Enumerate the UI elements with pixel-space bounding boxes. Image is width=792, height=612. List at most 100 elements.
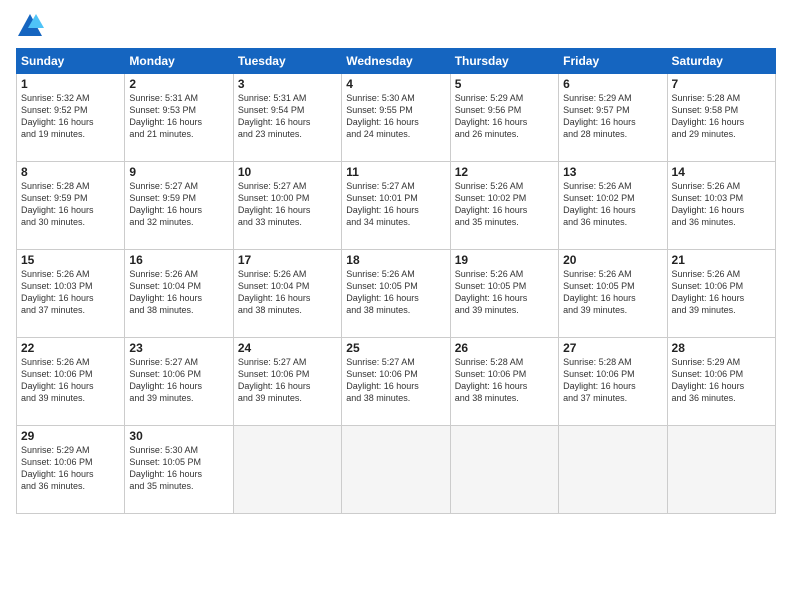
calendar-cell: 16Sunrise: 5:26 AM Sunset: 10:04 PM Dayl… [125,250,233,338]
cell-text: Sunrise: 5:27 AM Sunset: 10:06 PM Daylig… [346,356,445,405]
cell-text: Sunrise: 5:30 AM Sunset: 10:05 PM Daylig… [129,444,228,493]
header-cell-friday: Friday [559,49,667,74]
header-cell-tuesday: Tuesday [233,49,341,74]
cell-text: Sunrise: 5:31 AM Sunset: 9:53 PM Dayligh… [129,92,228,141]
page: SundayMondayTuesdayWednesdayThursdayFrid… [0,0,792,612]
cell-text: Sunrise: 5:31 AM Sunset: 9:54 PM Dayligh… [238,92,337,141]
calendar-cell: 4Sunrise: 5:30 AM Sunset: 9:55 PM Daylig… [342,74,450,162]
header-row: SundayMondayTuesdayWednesdayThursdayFrid… [17,49,776,74]
cell-text: Sunrise: 5:27 AM Sunset: 10:01 PM Daylig… [346,180,445,229]
calendar-week-2: 15Sunrise: 5:26 AM Sunset: 10:03 PM Dayl… [17,250,776,338]
day-number: 28 [672,341,771,355]
header-cell-saturday: Saturday [667,49,775,74]
header-cell-thursday: Thursday [450,49,558,74]
cell-text: Sunrise: 5:26 AM Sunset: 10:04 PM Daylig… [238,268,337,317]
calendar-cell: 12Sunrise: 5:26 AM Sunset: 10:02 PM Dayl… [450,162,558,250]
day-number: 15 [21,253,120,267]
calendar-cell: 28Sunrise: 5:29 AM Sunset: 10:06 PM Dayl… [667,338,775,426]
day-number: 6 [563,77,662,91]
day-number: 17 [238,253,337,267]
calendar-cell [667,426,775,514]
day-number: 13 [563,165,662,179]
calendar-cell: 19Sunrise: 5:26 AM Sunset: 10:05 PM Dayl… [450,250,558,338]
cell-text: Sunrise: 5:28 AM Sunset: 9:58 PM Dayligh… [672,92,771,141]
cell-text: Sunrise: 5:29 AM Sunset: 9:56 PM Dayligh… [455,92,554,141]
day-number: 24 [238,341,337,355]
calendar-cell: 22Sunrise: 5:26 AM Sunset: 10:06 PM Dayl… [17,338,125,426]
calendar-cell: 11Sunrise: 5:27 AM Sunset: 10:01 PM Dayl… [342,162,450,250]
header [16,12,776,40]
day-number: 16 [129,253,228,267]
day-number: 9 [129,165,228,179]
cell-text: Sunrise: 5:28 AM Sunset: 10:06 PM Daylig… [563,356,662,405]
calendar-cell: 6Sunrise: 5:29 AM Sunset: 9:57 PM Daylig… [559,74,667,162]
day-number: 22 [21,341,120,355]
day-number: 29 [21,429,120,443]
cell-text: Sunrise: 5:26 AM Sunset: 10:05 PM Daylig… [346,268,445,317]
calendar-cell: 30Sunrise: 5:30 AM Sunset: 10:05 PM Dayl… [125,426,233,514]
cell-text: Sunrise: 5:26 AM Sunset: 10:02 PM Daylig… [455,180,554,229]
cell-text: Sunrise: 5:30 AM Sunset: 9:55 PM Dayligh… [346,92,445,141]
calendar-cell: 2Sunrise: 5:31 AM Sunset: 9:53 PM Daylig… [125,74,233,162]
cell-text: Sunrise: 5:26 AM Sunset: 10:06 PM Daylig… [21,356,120,405]
cell-text: Sunrise: 5:27 AM Sunset: 10:00 PM Daylig… [238,180,337,229]
calendar-cell: 25Sunrise: 5:27 AM Sunset: 10:06 PM Dayl… [342,338,450,426]
calendar-week-1: 8Sunrise: 5:28 AM Sunset: 9:59 PM Daylig… [17,162,776,250]
calendar-body: 1Sunrise: 5:32 AM Sunset: 9:52 PM Daylig… [17,74,776,514]
calendar-week-3: 22Sunrise: 5:26 AM Sunset: 10:06 PM Dayl… [17,338,776,426]
day-number: 1 [21,77,120,91]
calendar-week-4: 29Sunrise: 5:29 AM Sunset: 10:06 PM Dayl… [17,426,776,514]
day-number: 19 [455,253,554,267]
cell-text: Sunrise: 5:28 AM Sunset: 9:59 PM Dayligh… [21,180,120,229]
cell-text: Sunrise: 5:27 AM Sunset: 10:06 PM Daylig… [238,356,337,405]
day-number: 11 [346,165,445,179]
logo-icon [16,12,44,40]
cell-text: Sunrise: 5:26 AM Sunset: 10:03 PM Daylig… [21,268,120,317]
calendar-cell [559,426,667,514]
calendar-cell: 18Sunrise: 5:26 AM Sunset: 10:05 PM Dayl… [342,250,450,338]
calendar-cell: 9Sunrise: 5:27 AM Sunset: 9:59 PM Daylig… [125,162,233,250]
cell-text: Sunrise: 5:29 AM Sunset: 10:06 PM Daylig… [672,356,771,405]
day-number: 27 [563,341,662,355]
calendar-cell: 7Sunrise: 5:28 AM Sunset: 9:58 PM Daylig… [667,74,775,162]
calendar-cell: 3Sunrise: 5:31 AM Sunset: 9:54 PM Daylig… [233,74,341,162]
day-number: 26 [455,341,554,355]
calendar-header: SundayMondayTuesdayWednesdayThursdayFrid… [17,49,776,74]
calendar-cell: 26Sunrise: 5:28 AM Sunset: 10:06 PM Dayl… [450,338,558,426]
calendar-cell: 20Sunrise: 5:26 AM Sunset: 10:05 PM Dayl… [559,250,667,338]
cell-text: Sunrise: 5:29 AM Sunset: 9:57 PM Dayligh… [563,92,662,141]
cell-text: Sunrise: 5:29 AM Sunset: 10:06 PM Daylig… [21,444,120,493]
cell-text: Sunrise: 5:26 AM Sunset: 10:06 PM Daylig… [672,268,771,317]
day-number: 14 [672,165,771,179]
day-number: 23 [129,341,228,355]
header-cell-monday: Monday [125,49,233,74]
calendar-cell: 23Sunrise: 5:27 AM Sunset: 10:06 PM Dayl… [125,338,233,426]
day-number: 7 [672,77,771,91]
calendar-week-0: 1Sunrise: 5:32 AM Sunset: 9:52 PM Daylig… [17,74,776,162]
day-number: 25 [346,341,445,355]
cell-text: Sunrise: 5:32 AM Sunset: 9:52 PM Dayligh… [21,92,120,141]
cell-text: Sunrise: 5:26 AM Sunset: 10:05 PM Daylig… [563,268,662,317]
day-number: 4 [346,77,445,91]
day-number: 20 [563,253,662,267]
calendar-cell [450,426,558,514]
calendar-cell: 27Sunrise: 5:28 AM Sunset: 10:06 PM Dayl… [559,338,667,426]
cell-text: Sunrise: 5:27 AM Sunset: 10:06 PM Daylig… [129,356,228,405]
calendar-cell: 17Sunrise: 5:26 AM Sunset: 10:04 PM Dayl… [233,250,341,338]
day-number: 2 [129,77,228,91]
calendar-cell: 8Sunrise: 5:28 AM Sunset: 9:59 PM Daylig… [17,162,125,250]
cell-text: Sunrise: 5:26 AM Sunset: 10:05 PM Daylig… [455,268,554,317]
cell-text: Sunrise: 5:26 AM Sunset: 10:03 PM Daylig… [672,180,771,229]
calendar-cell: 21Sunrise: 5:26 AM Sunset: 10:06 PM Dayl… [667,250,775,338]
day-number: 10 [238,165,337,179]
cell-text: Sunrise: 5:28 AM Sunset: 10:06 PM Daylig… [455,356,554,405]
calendar-cell: 15Sunrise: 5:26 AM Sunset: 10:03 PM Dayl… [17,250,125,338]
day-number: 3 [238,77,337,91]
calendar-cell: 10Sunrise: 5:27 AM Sunset: 10:00 PM Dayl… [233,162,341,250]
calendar-cell: 14Sunrise: 5:26 AM Sunset: 10:03 PM Dayl… [667,162,775,250]
calendar-cell: 1Sunrise: 5:32 AM Sunset: 9:52 PM Daylig… [17,74,125,162]
calendar-cell [233,426,341,514]
cell-text: Sunrise: 5:26 AM Sunset: 10:02 PM Daylig… [563,180,662,229]
day-number: 21 [672,253,771,267]
logo [16,12,48,40]
